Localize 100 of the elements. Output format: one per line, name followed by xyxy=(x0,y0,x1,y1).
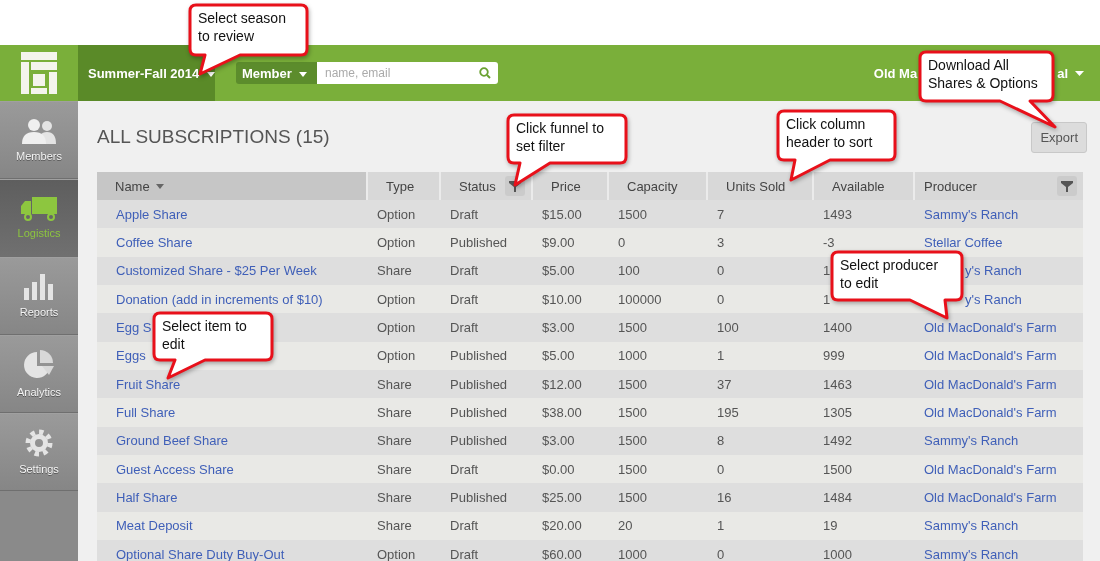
table-cell: 0 xyxy=(717,461,725,477)
table-cell: Draft xyxy=(450,291,479,307)
table-cell: 1 xyxy=(823,263,831,279)
subscription-link[interactable]: Apple Share xyxy=(116,206,188,222)
export-button[interactable]: Export xyxy=(1031,122,1087,153)
table-cell: Published xyxy=(450,433,508,449)
sort-caret-icon xyxy=(155,183,164,189)
subscription-link[interactable]: Egg S xyxy=(116,320,152,336)
table-cell: $9.00 xyxy=(542,235,575,250)
user-menu[interactable]: Old Ma xyxy=(873,65,918,81)
sidebar-item[interactable]: Reports xyxy=(0,257,78,335)
table-cell: Share xyxy=(377,518,412,534)
table-cell: Published xyxy=(450,235,508,250)
table-cell: Draft xyxy=(450,320,479,336)
column-header[interactable]: Name xyxy=(97,172,368,200)
producer-link[interactable]: Old MacDonald's Farm xyxy=(924,348,1057,364)
table-cell: 20 xyxy=(618,518,633,534)
table-cell: $15.00 xyxy=(542,206,582,222)
bar-chart-icon xyxy=(24,274,54,300)
producer-link[interactable]: Old MacDonald's Farm xyxy=(924,490,1057,506)
table-cell: $60.00 xyxy=(542,546,582,561)
producer-link[interactable]: Sammy's Ranch xyxy=(924,433,1019,449)
table-cell: Draft xyxy=(450,518,479,534)
season-dropdown[interactable]: Summer-Fall 2014 xyxy=(78,45,215,101)
table-cell: Share xyxy=(377,376,412,392)
subscription-link[interactable]: Coffee Share xyxy=(116,235,193,250)
search-field[interactable]: name, email xyxy=(317,62,498,84)
producer-link[interactable]: Stellar Coffee xyxy=(924,235,1003,250)
table-cell: Share xyxy=(377,263,412,279)
table-cell: Draft xyxy=(450,206,479,222)
sidebar-item[interactable]: Settings xyxy=(0,413,78,491)
producer-link[interactable]: y's Ranch xyxy=(965,263,1022,279)
callout-tooltip: Select producer to edit xyxy=(829,249,965,321)
table-cell: $25.00 xyxy=(542,490,582,506)
producer-link[interactable]: Sammy's Ranch xyxy=(924,546,1019,561)
table-cell: 1000 xyxy=(618,348,647,364)
table-cell: 0 xyxy=(717,546,725,561)
sidebar-item[interactable]: Logistics xyxy=(0,179,78,257)
table-cell: -3 xyxy=(823,235,835,250)
settings-icon xyxy=(25,429,53,457)
table-cell: $5.00 xyxy=(542,348,575,364)
table-cell: Draft xyxy=(450,461,479,477)
sidebar-item[interactable]: Members xyxy=(0,101,78,179)
caret-icon xyxy=(299,71,308,77)
subscription-link[interactable]: Meat Deposit xyxy=(116,518,193,534)
table-cell: 100000 xyxy=(618,291,662,307)
table-cell: Share xyxy=(377,405,412,421)
table-cell: 19 xyxy=(823,518,838,534)
producer-link[interactable]: Sammy's Ranch xyxy=(924,206,1019,222)
table-cell: 1000 xyxy=(823,546,852,561)
table-cell: 100 xyxy=(618,263,640,279)
table-cell: $5.00 xyxy=(542,263,575,279)
table-cell: 8 xyxy=(717,433,725,449)
table-cell: $0.00 xyxy=(542,461,575,477)
table-cell: 7 xyxy=(717,206,725,222)
subscription-link[interactable]: Half Share xyxy=(116,490,178,506)
search-scope-dropdown[interactable]: Member xyxy=(236,62,317,84)
producer-link[interactable]: Old MacDonald's Farm xyxy=(924,405,1057,421)
callout-tooltip: Download All Shares & Options xyxy=(917,49,1058,130)
producer-link[interactable]: y's Ranch xyxy=(965,291,1022,307)
table-cell: Published xyxy=(450,376,508,392)
subscription-link[interactable]: Ground Beef Share xyxy=(116,433,229,449)
subscription-link[interactable]: Full Share xyxy=(116,405,176,421)
table-cell: Share xyxy=(377,490,412,506)
table-cell: $20.00 xyxy=(542,518,582,534)
table-cell: $12.00 xyxy=(542,376,582,392)
filter-button[interactable] xyxy=(1057,176,1077,196)
subscription-link[interactable]: Customized Share - $25 Per Week xyxy=(116,263,317,279)
table-cell: Option xyxy=(377,291,416,307)
producer-link[interactable]: Sammy's Ranch xyxy=(924,518,1019,534)
table-cell: Option xyxy=(377,235,416,250)
subscription-link[interactable]: Donation (add in increments of $10) xyxy=(116,291,323,307)
sidebar-item[interactable]: Analytics xyxy=(0,335,78,413)
table-cell: Option xyxy=(377,546,416,561)
producer-link[interactable]: Old MacDonald's Farm xyxy=(924,461,1057,477)
table-cell: 1492 xyxy=(823,433,852,449)
table-cell: 3 xyxy=(717,235,725,250)
table-cell: Published xyxy=(450,348,508,364)
callout-tooltip: Select item to edit xyxy=(151,310,275,381)
subscription-link[interactable]: Guest Access Share xyxy=(116,461,234,477)
table-cell: Published xyxy=(450,405,508,421)
table-cell: 1500 xyxy=(618,433,647,449)
table-cell: 1484 xyxy=(823,490,852,506)
table-cell: 1400 xyxy=(823,320,852,336)
table-cell: $3.00 xyxy=(542,320,575,336)
table-cell: $10.00 xyxy=(542,291,582,307)
table-cell: 195 xyxy=(717,405,739,421)
subscription-link[interactable]: Optional Share Duty Buy-Out xyxy=(116,546,285,561)
table-cell: 0 xyxy=(717,263,725,279)
table-cell: 1305 xyxy=(823,405,852,421)
producer-link[interactable]: Old MacDonald's Farm xyxy=(924,376,1057,392)
table-cell: 999 xyxy=(823,348,845,364)
table-cell: 1500 xyxy=(618,405,647,421)
user-menu[interactable]: al xyxy=(1057,65,1068,81)
funnel-icon xyxy=(1061,180,1073,192)
producer-link[interactable]: Old MacDonald's Farm xyxy=(924,320,1057,336)
subscription-link[interactable]: Eggs xyxy=(116,348,146,364)
table-cell: 1463 xyxy=(823,376,852,392)
table-cell: 1500 xyxy=(823,461,852,477)
caret-icon xyxy=(1075,70,1084,76)
